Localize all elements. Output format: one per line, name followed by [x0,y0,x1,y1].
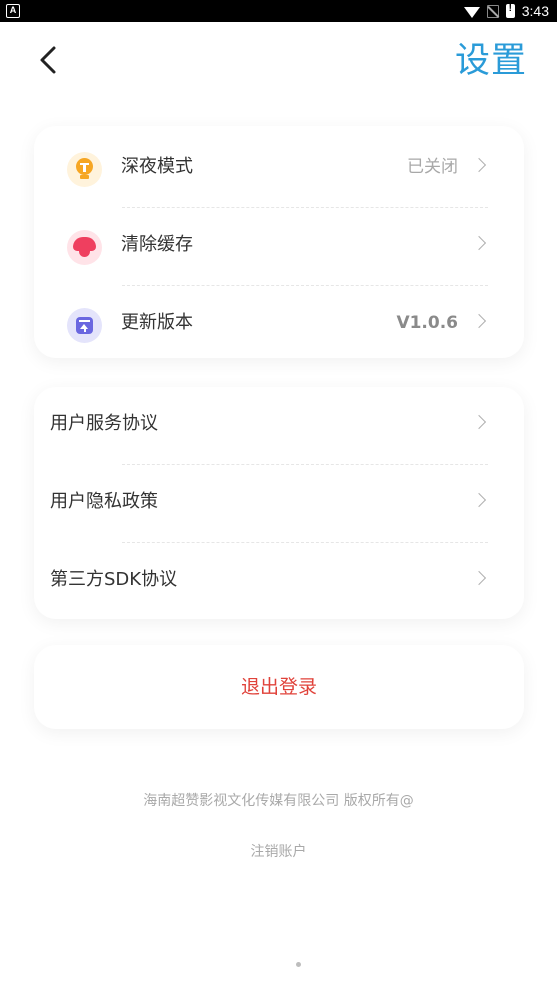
privacy-policy-label: 用户隐私政策 [50,491,158,512]
third-party-sdk-row[interactable]: 第三方SDK协议 [34,543,524,621]
mushroom-cleanup-icon [67,230,102,265]
chevron-left-icon [40,46,56,74]
third-party-sdk-label: 第三方SDK协议 [50,569,178,590]
copyright-text: 海南超赞影视文化传媒有限公司 版权所有@ [143,793,414,809]
privacy-policy-row[interactable]: 用户隐私政策 [34,465,524,543]
page-title: 设置 [454,41,527,81]
agreements-card: 用户服务协议 用户隐私政策 第三方SDK协议 [34,387,524,619]
chevron-right-icon [471,414,487,430]
chevron-right-icon [471,313,487,329]
app-notification-icon: A [6,4,20,18]
update-icon [67,308,102,343]
update-version-label: 更新版本 [121,312,193,333]
night-mode-status: 已关闭 [407,157,458,177]
settings-card: 深夜模式 已关闭 清除缓存 更新版本 V1.0.6 [34,126,524,358]
chevron-right-icon [471,492,487,508]
cancel-account-link[interactable]: 注销账户 [0,841,557,861]
chevron-right-icon [471,570,487,586]
status-bar: A 3:43 [0,0,557,22]
wifi-icon [463,6,480,18]
lamp-icon [67,152,102,187]
page-indicator-dot [296,962,301,967]
night-mode-row[interactable]: 深夜模式 已关闭 [34,130,524,208]
version-number: V1.0.6 [396,313,458,333]
status-time: 3:43 [521,3,549,19]
no-sim-icon [486,4,499,18]
update-version-row[interactable]: 更新版本 V1.0.6 [34,286,524,364]
night-mode-label: 深夜模式 [121,156,193,177]
chevron-right-icon [471,235,487,251]
chevron-right-icon [471,157,487,173]
clear-cache-label: 清除缓存 [121,234,193,255]
clear-cache-row[interactable]: 清除缓存 [34,208,524,286]
user-service-agreement-row[interactable]: 用户服务协议 [34,387,524,465]
logout-card: 退出登录 [34,645,524,729]
logout-button[interactable]: 退出登录 [34,645,524,729]
back-button[interactable] [36,45,62,75]
battery-alert-icon [505,3,515,18]
user-service-agreement-label: 用户服务协议 [50,413,158,434]
